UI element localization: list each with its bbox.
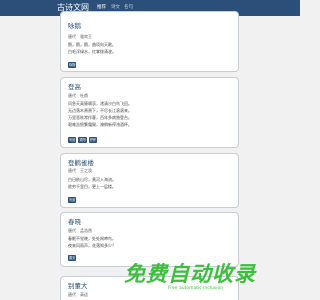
- poem-line: 夜来风雨声，花落知多少？: [68, 243, 116, 248]
- poem-dynasty[interactable]: 唐代: [68, 168, 76, 173]
- poem-card: 春晓 唐代 孟浩然 春眠不觉晓，处处闻啼鸟。 夜来风雨声，花落知多少？ 春天: [60, 212, 239, 267]
- tag-badge[interactable]: 写景: [68, 137, 77, 143]
- watermark-text: 免费自动收录: [124, 262, 256, 286]
- tag-badge[interactable]: 重阳: [78, 137, 87, 143]
- poem-title[interactable]: 春晓: [68, 218, 81, 227]
- poem-tags: 写景: [68, 197, 77, 203]
- poem-tags: 咏物: [68, 62, 77, 68]
- poem-title[interactable]: 登鹳雀楼: [68, 159, 94, 168]
- poem-meta: 唐代 骆宾王: [68, 34, 96, 40]
- poem-author[interactable]: 孟浩然: [80, 228, 92, 233]
- poem-tags: 春天: [68, 255, 77, 261]
- poem-meta: 唐代 高适: [68, 292, 92, 298]
- poem-meta: 唐代 孟浩然: [68, 228, 96, 234]
- poem-author[interactable]: 骆宾王: [80, 34, 92, 39]
- poem-dynasty[interactable]: 唐代: [68, 228, 76, 233]
- poem-card: 登高 唐代 杜甫 风急天高猿啸哀，渚清沙白鸟飞回。 无边落木萧萧下，不尽长江滚滚来…: [60, 77, 239, 148]
- poem-line: 无边落木萧萧下，不尽长江滚滚来。: [68, 108, 132, 113]
- poem-card: 登鹳雀楼 唐代 王之涣 白日依山尽，黄河入海流。 欲穷千里目，更上一层楼。 写景: [60, 153, 239, 208]
- poem-meta: 唐代 杜甫: [68, 93, 92, 99]
- poem-author[interactable]: 杜甫: [80, 93, 88, 98]
- poem-dynasty[interactable]: 唐代: [68, 292, 76, 297]
- poem-line: 万里悲秋常作客，百年多病独登台。: [68, 115, 132, 120]
- poem-title[interactable]: 登高: [68, 83, 81, 92]
- poem-line: 欲穷千里目，更上一层楼。: [68, 184, 116, 189]
- poem-line: 风急天高猿啸哀，渚清沙白鸟飞回。: [68, 101, 132, 106]
- poem-line: 白日依山尽，黄河入海流。: [68, 177, 116, 182]
- poem-line: 白毛浮绿水，红掌拨清波。: [68, 49, 116, 54]
- poem-line: 艰难苦恨繁霜鬓，潦倒新停浊酒杯。: [68, 122, 132, 127]
- poem-title[interactable]: 别董大: [68, 282, 88, 291]
- poem-title[interactable]: 咏鹅: [68, 22, 81, 31]
- tag-badge[interactable]: 抒怀: [88, 137, 98, 143]
- tag-badge[interactable]: 写景: [68, 197, 77, 203]
- poem-dynasty[interactable]: 唐代: [68, 93, 76, 98]
- poem-meta: 唐代 王之涣: [68, 168, 96, 174]
- tag-badge[interactable]: 春天: [68, 255, 77, 261]
- poem-tags: 写景 重阳 抒怀: [68, 137, 98, 143]
- tag-badge[interactable]: 咏物: [68, 62, 77, 68]
- poem-author[interactable]: 高适: [80, 292, 88, 297]
- poem-line: 鹅，鹅，鹅，曲项向天歌。: [68, 42, 116, 47]
- poem-card: 咏鹅 唐代 骆宾王 鹅，鹅，鹅，曲项向天歌。 白毛浮绿水，红掌拨清波。 咏物: [60, 11, 239, 72]
- poem-dynasty[interactable]: 唐代: [68, 34, 76, 39]
- poem-line: 春眠不觉晓，处处闻啼鸟。: [68, 236, 116, 241]
- watermark-subtext: Free automatic inclusion: [168, 286, 224, 291]
- poem-author[interactable]: 王之涣: [80, 168, 92, 173]
